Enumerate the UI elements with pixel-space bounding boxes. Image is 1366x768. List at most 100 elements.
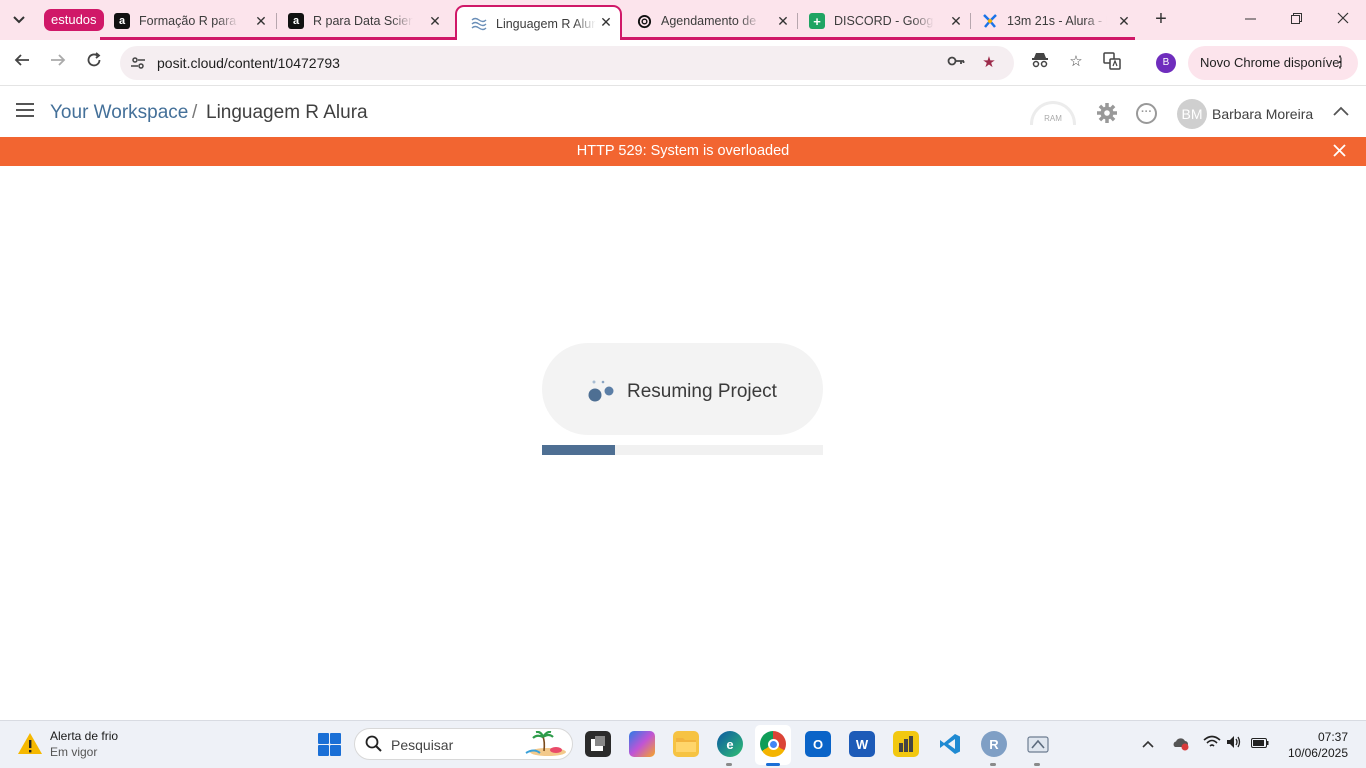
chevron-down-icon	[13, 16, 25, 24]
close-icon[interactable]: ✕	[948, 13, 964, 29]
password-key-icon[interactable]	[947, 54, 965, 72]
outlook-icon[interactable]: O	[805, 731, 831, 757]
tab-title: Linguagem R Alura	[496, 16, 596, 31]
profile-avatar[interactable]: B	[1156, 53, 1176, 73]
onedrive-error-icon[interactable]	[1171, 735, 1189, 753]
beach-illustration-icon	[525, 731, 566, 756]
progress-bar	[542, 445, 823, 455]
browser-tab-active[interactable]: Linguagem R Alura ✕	[455, 5, 622, 40]
file-explorer-icon[interactable]	[673, 731, 699, 757]
wifi-icon[interactable]	[1203, 735, 1221, 753]
browser-tab[interactable]: 13m 21s - Alura - L ✕	[968, 6, 1138, 36]
clock-time[interactable]: 07:37	[1300, 730, 1348, 744]
rstudio-icon[interactable]: R	[981, 731, 1007, 757]
tab-group-chip[interactable]: estudos	[44, 9, 104, 31]
tab-title: DISCORD - Google Sheets	[834, 14, 934, 28]
address-bar[interactable]: posit.cloud/content/10472793 ★	[120, 46, 1014, 80]
back-button[interactable]	[11, 52, 33, 74]
chevron-up-icon	[1333, 106, 1349, 116]
restore-button[interactable]	[1285, 8, 1307, 30]
spinner-icon	[588, 380, 614, 402]
ram-label: RAM	[1044, 114, 1062, 123]
minimize-button[interactable]	[1239, 8, 1261, 30]
alura-star-icon	[982, 13, 998, 29]
error-banner: HTTP 529: System is overloaded	[0, 137, 1366, 166]
minimize-icon	[1244, 18, 1256, 20]
word-icon[interactable]: W	[849, 731, 875, 757]
close-icon	[1337, 12, 1349, 24]
search-placeholder: Pesquisar	[391, 737, 454, 753]
task-view-icon[interactable]	[585, 731, 611, 757]
site-settings-icon[interactable]	[130, 55, 146, 71]
close-window-button[interactable]	[1332, 8, 1354, 30]
project-title: Linguagem R Alura	[206, 102, 368, 123]
settings-gear-icon[interactable]	[1096, 102, 1118, 124]
search-icon	[365, 735, 382, 752]
volume-icon[interactable]	[1225, 735, 1243, 753]
close-icon[interactable]: ✕	[598, 14, 614, 30]
error-message: HTTP 529: System is overloaded	[576, 143, 790, 159]
alura-icon: a	[114, 13, 130, 29]
close-icon[interactable]	[1333, 137, 1346, 166]
close-icon[interactable]: ✕	[1116, 13, 1132, 29]
tab-title: R para Data Science	[313, 14, 413, 28]
browser-tab[interactable]: a Formação R para Data Science ✕	[100, 6, 275, 36]
more-vert-icon[interactable]: ⋮	[1332, 46, 1348, 80]
browser-tab[interactable]: + DISCORD - Google Sheets ✕	[795, 6, 970, 36]
ram-gauge[interactable]: RAM	[1030, 101, 1076, 125]
battery-icon[interactable]	[1251, 735, 1269, 753]
user-avatar[interactable]: BM	[1177, 99, 1207, 129]
running-indicator	[1034, 763, 1040, 766]
tab-title: 13m 21s - Alura - L	[1007, 14, 1107, 28]
running-indicator	[726, 763, 732, 766]
update-label: Novo Chrome disponível	[1200, 55, 1343, 70]
browser-toolbar: posit.cloud/content/10472793 ★ ☆ B Novo …	[0, 40, 1366, 86]
alura-icon: a	[288, 13, 304, 29]
windows-taskbar: Alerta de frio Em vigor Pesquisar e O W …	[0, 720, 1366, 768]
loading-text: Resuming Project	[627, 381, 777, 402]
tab-search-button[interactable]	[6, 8, 32, 32]
clock-date[interactable]: 10/06/2025	[1280, 746, 1348, 760]
reload-button[interactable]	[83, 52, 105, 74]
arrow-left-icon	[14, 54, 29, 66]
weather-title[interactable]: Alerta de frio	[50, 729, 118, 743]
taskbar-search[interactable]: Pesquisar	[354, 728, 573, 760]
collapse-header-button[interactable]	[1330, 101, 1352, 123]
weather-alert-icon[interactable]	[17, 731, 43, 757]
incognito-extension-icon[interactable]	[1030, 52, 1050, 72]
chevron-up-icon[interactable]	[1139, 735, 1157, 753]
browser-tab[interactable]: Agendamento de Prova ✕	[622, 6, 797, 36]
windows-start-icon[interactable]	[318, 733, 341, 756]
user-name[interactable]: Barbara Moreira	[1212, 106, 1313, 122]
sheets-icon: +	[809, 13, 825, 29]
translate-icon[interactable]	[1102, 52, 1122, 72]
more-options-icon[interactable]: ···	[1136, 103, 1157, 124]
resuming-project-card: Resuming Project	[542, 343, 823, 435]
forward-button[interactable]	[47, 52, 69, 74]
tab-strip: estudos a Formação R para Data Science ✕…	[0, 0, 1366, 40]
close-icon[interactable]: ✕	[253, 13, 269, 29]
chrome-update-button[interactable]: Novo Chrome disponível ⋮	[1188, 46, 1358, 80]
snipping-tool-icon[interactable]	[1025, 731, 1051, 757]
tab-title: Agendamento de Prova	[661, 14, 761, 28]
bookmarks-icon[interactable]: ☆	[1066, 52, 1086, 72]
tab-title: Formação R para Data Science	[139, 14, 239, 28]
power-bi-icon[interactable]	[893, 731, 919, 757]
breadcrumb-workspace[interactable]: Your Workspace	[50, 102, 188, 124]
active-indicator	[766, 763, 780, 766]
new-tab-button[interactable]: +	[1150, 8, 1172, 30]
vscode-icon[interactable]	[937, 731, 963, 757]
close-icon[interactable]: ✕	[427, 13, 443, 29]
browser-tab[interactable]: a R para Data Science ✕	[274, 6, 449, 36]
bookmark-star-icon[interactable]: ★	[980, 54, 998, 72]
edge-icon[interactable]: e	[717, 731, 743, 757]
reload-icon	[87, 52, 101, 67]
address-url[interactable]: posit.cloud/content/10472793	[157, 55, 340, 71]
openai-icon	[636, 13, 652, 29]
menu-icon[interactable]	[16, 103, 34, 119]
copilot-icon[interactable]	[629, 731, 655, 757]
posit-icon	[471, 16, 487, 32]
breadcrumb-separator: /	[192, 102, 198, 123]
close-icon[interactable]: ✕	[775, 13, 791, 29]
chrome-icon[interactable]	[760, 731, 786, 757]
